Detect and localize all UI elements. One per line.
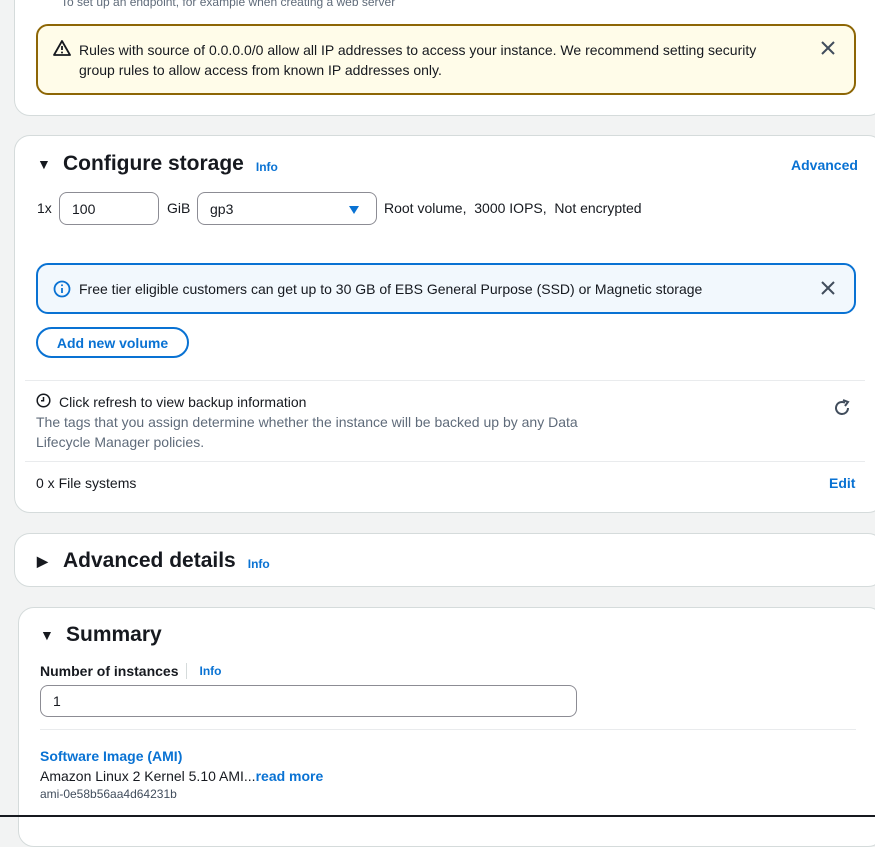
volume-type-value: gp3 [210, 201, 234, 217]
unit-label: GiB [167, 200, 191, 216]
ami-name: Amazon Linux 2 Kernel 5.10 AMI... [40, 768, 256, 784]
free-tier-text: Free tier eligible customers can get up … [79, 281, 703, 297]
close-icon [821, 41, 835, 55]
advanced-details-header[interactable]: ▶ Advanced details Info [37, 549, 270, 573]
backup-description-line1: The tags that you assign determine wheth… [36, 414, 578, 430]
network-settings-panel: To set up an endpoint, for example when … [14, 0, 875, 116]
configure-storage-panel: ▼ Configure storage Info Advanced 1x GiB… [14, 135, 875, 513]
info-link[interactable]: Info [248, 557, 270, 571]
instances-input[interactable] [40, 685, 577, 717]
instances-label-row: Number of instances Info [40, 663, 221, 679]
partial-helper-text: To set up an endpoint, for example when … [61, 0, 396, 9]
advanced-link[interactable]: Advanced [791, 157, 858, 173]
read-more-link[interactable]: read more [256, 768, 324, 784]
instances-label: Number of instances [40, 663, 179, 679]
configure-storage-header[interactable]: ▼ Configure storage Info [37, 152, 278, 176]
divider [25, 380, 865, 381]
caret-right-icon: ▶ [37, 552, 48, 569]
section-title: Configure storage [63, 152, 244, 175]
warning-text-line2: group rules to allow access from known I… [79, 62, 442, 78]
refresh-button[interactable] [832, 398, 852, 423]
caret-down-icon [348, 203, 360, 221]
divider [25, 461, 865, 462]
summary-panel: ▼ Summary Number of instances Info Softw… [18, 607, 875, 847]
clock-icon [36, 393, 51, 413]
add-new-volume-label: Add new volume [56, 334, 169, 351]
refresh-icon [835, 399, 850, 415]
info-link[interactable]: Info [256, 160, 278, 174]
dismiss-warning-button[interactable] [820, 40, 836, 61]
advanced-details-panel: ▶ Advanced details Info [14, 533, 875, 587]
info-circle-icon [53, 280, 71, 303]
divider [40, 729, 856, 730]
warning-icon [53, 39, 71, 62]
section-title: Advanced details [63, 549, 236, 572]
volume-size-input[interactable] [59, 192, 159, 225]
volume-count-label: 1x [37, 200, 52, 216]
dismiss-info-button[interactable] [820, 280, 836, 301]
volume-description: Root volume, 3000 IOPS, Not encrypted [384, 200, 642, 216]
section-title: Summary [66, 623, 162, 646]
close-icon [821, 281, 835, 295]
info-link[interactable]: Info [199, 664, 221, 678]
volume-type-select[interactable]: gp3 [197, 192, 377, 225]
ami-name-row: Amazon Linux 2 Kernel 5.10 AMI...read mo… [40, 768, 323, 784]
backup-title: Click refresh to view backup information [59, 394, 307, 410]
add-new-volume-button[interactable]: Add new volume [36, 327, 189, 358]
warning-text-line1: Rules with source of 0.0.0.0/0 allow all… [79, 42, 757, 58]
caret-down-icon: ▼ [37, 156, 51, 172]
edit-file-systems-link[interactable]: Edit [829, 475, 855, 491]
backup-description-line2: Lifecycle Manager policies. [36, 434, 205, 450]
security-warning-alert: Rules with source of 0.0.0.0/0 allow all… [36, 24, 856, 95]
file-systems-label: 0 x File systems [36, 475, 137, 491]
free-tier-info-alert: Free tier eligible customers can get up … [36, 263, 856, 314]
ami-heading-link[interactable]: Software Image (AMI) [40, 748, 182, 764]
caret-down-icon: ▼ [40, 627, 54, 643]
ami-id: ami-0e58b56aa4d64231b [40, 787, 177, 801]
summary-header[interactable]: ▼ Summary [40, 623, 162, 647]
label-separator [186, 663, 188, 679]
